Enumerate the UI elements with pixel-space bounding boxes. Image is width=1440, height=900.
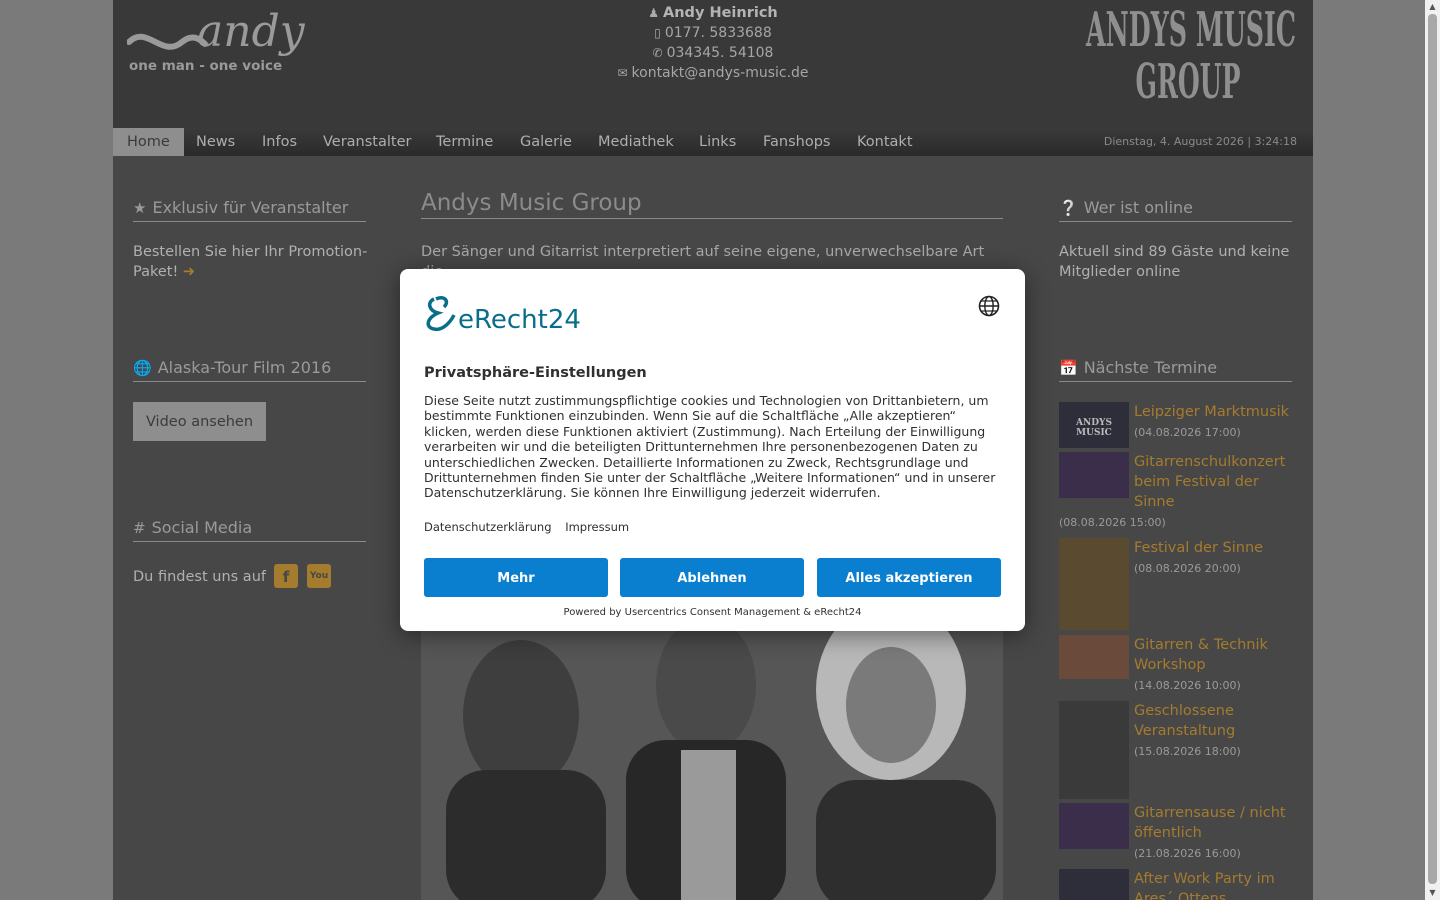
mobile-icon: ▯ — [654, 26, 661, 40]
nav-news[interactable]: News — [196, 128, 235, 156]
event-date: (04.08.2026 17:00) — [1134, 426, 1241, 439]
event-thumbnail[interactable] — [1059, 538, 1129, 630]
nav-links[interactable]: Links — [699, 128, 736, 156]
contact-mobile[interactable]: 0177. 5833688 — [665, 25, 772, 41]
vertical-scrollbar[interactable]: ▲ ▼ — [1425, 0, 1440, 900]
event-date: (08.08.2026 15:00) — [1059, 516, 1166, 529]
event-title[interactable]: Festival der Sinne — [1134, 538, 1294, 558]
nav-fanshops[interactable]: Fanshops — [763, 128, 830, 156]
online-title-row: ❔ Wer ist online — [1059, 198, 1292, 222]
nav-veranstalter[interactable]: Veranstalter — [323, 128, 411, 156]
social-text: Du findest uns auf — [133, 569, 266, 585]
event-date: (08.08.2026 20:00) — [1134, 562, 1241, 575]
event-thumbnail-logo: ANDYS MUSIC — [1076, 418, 1112, 438]
event-thumbnail[interactable]: ANDYS MUSIC — [1059, 402, 1129, 448]
online-title: Wer ist online — [1083, 198, 1194, 217]
online-text: Aktuell sind 89 Gäste und keine Mitglied… — [1059, 244, 1290, 280]
imprint-link[interactable]: Impressum — [565, 520, 629, 534]
nav-infos[interactable]: Infos — [262, 128, 297, 156]
events-title-row: 📅 Nächste Termine — [1059, 358, 1292, 382]
header: andy one man - one voice ♟ Andy Heinrich … — [113, 0, 1313, 128]
event-thumbnail[interactable] — [1059, 452, 1129, 498]
logo-group-line2: GROUP — [1136, 54, 1241, 110]
event-title[interactable]: Gitarrenschulkonzert beim Festival der S… — [1134, 452, 1294, 512]
tour-title-row: 🌐 Alaska-Tour Film 2016 — [133, 358, 366, 382]
accept-all-button[interactable]: Alles akzeptieren — [817, 558, 1001, 597]
event-date: (14.08.2026 10:00) — [1134, 679, 1241, 692]
event-title[interactable]: After Work Party im Ares´ Ottens — [1134, 869, 1294, 900]
event-title[interactable]: Leipziger Marktmusik — [1134, 402, 1294, 422]
nav-galerie[interactable]: Galerie — [520, 128, 572, 156]
consent-links: Datenschutzerklärung Impressum — [424, 520, 639, 534]
logo-group-line1: ANDYS MUSIC — [1085, 2, 1296, 58]
contact-email[interactable]: kontakt@andys-music.de — [632, 65, 809, 81]
language-globe-icon[interactable] — [978, 295, 1000, 317]
nav-termine[interactable]: Termine — [436, 128, 493, 156]
event-thumbnail[interactable] — [1059, 701, 1129, 799]
star-icon: ★ — [133, 199, 147, 217]
events-title: Nächste Termine — [1083, 358, 1218, 377]
nav-home[interactable]: Home — [113, 128, 184, 156]
globe-icon: 🌐 — [133, 359, 152, 377]
arrow-circle-right-icon[interactable]: ➜ — [183, 264, 195, 280]
event-thumbnail[interactable] — [1059, 635, 1129, 679]
promo-text-block: Bestellen Sie hier Ihr Promotion-Paket! … — [133, 242, 373, 282]
event-title[interactable]: Gitarren & Technik Workshop — [1134, 635, 1294, 675]
event-date: (21.08.2026 16:00) — [1134, 847, 1241, 860]
event-thumbnail[interactable] — [1059, 869, 1129, 900]
hashtag-icon: # — [133, 519, 146, 537]
event-title[interactable]: Geschlossene Veranstaltung — [1134, 701, 1294, 741]
erecht24-brand: eRecht24 — [458, 305, 581, 333]
datetime: Dienstag, 4. August 2026 | 3:24:18 — [1103, 135, 1297, 148]
video-button[interactable]: Video ansehen — [133, 402, 266, 441]
phone-icon: ✆ — [652, 46, 663, 60]
andys-music-group-logo[interactable]: ANDYS MUSIC GROUP — [1081, 0, 1301, 110]
powered-by: Powered by Usercentrics Consent Manageme… — [563, 607, 862, 618]
youtube-icon[interactable]: You — [307, 564, 331, 588]
scroll-up-icon[interactable]: ▲ — [1425, 0, 1440, 14]
calendar-icon: 📅 — [1059, 359, 1078, 377]
promo-text[interactable]: Bestellen Sie hier Ihr Promotion-Paket! — [133, 244, 367, 280]
event-thumbnail[interactable] — [1059, 803, 1129, 849]
privacy-link[interactable]: Datenschutzerklärung — [424, 520, 552, 534]
more-button[interactable]: Mehr — [424, 558, 608, 597]
consent-body: Diese Seite nutzt zustimmungspflichtige … — [424, 393, 996, 501]
question-circle-icon: ❔ — [1059, 199, 1078, 217]
main-nav: Home News Infos Veranstalter Termine Gal… — [113, 128, 1313, 156]
promo-title: Exklusiv für Veranstalter — [152, 198, 349, 217]
event-title[interactable]: Gitarrensause / nicht öffentlich — [1134, 803, 1294, 843]
nav-mediathek[interactable]: Mediathek — [598, 128, 674, 156]
envelope-icon: ✉ — [617, 66, 628, 80]
facebook-icon[interactable]: f — [274, 564, 298, 588]
promo-title-row: ★ Exklusiv für Veranstalter — [133, 198, 366, 222]
contact-name: Andy Heinrich — [663, 5, 778, 21]
social-title: Social Media — [151, 518, 253, 537]
event-date: (15.08.2026 18:00) — [1134, 745, 1241, 758]
erecht24-logo: eRecht24 — [426, 295, 581, 333]
scroll-down-icon[interactable]: ▼ — [1425, 886, 1440, 900]
social-title-row: # Social Media — [133, 518, 366, 542]
consent-heading: Privatsphäre-Einstellungen — [424, 365, 647, 381]
contact-phone[interactable]: 034345. 54108 — [667, 45, 774, 61]
nav-kontakt[interactable]: Kontakt — [857, 128, 913, 156]
decline-button[interactable]: Ablehnen — [620, 558, 804, 597]
tour-title: Alaska-Tour Film 2016 — [157, 358, 332, 377]
user-icon: ♟ — [648, 6, 660, 20]
scrollbar-thumb[interactable] — [1428, 14, 1437, 884]
consent-dialog: eRecht24 Privatsphäre-Einstellungen Dies… — [400, 269, 1025, 631]
page-title: Andys Music Group — [421, 190, 1003, 219]
